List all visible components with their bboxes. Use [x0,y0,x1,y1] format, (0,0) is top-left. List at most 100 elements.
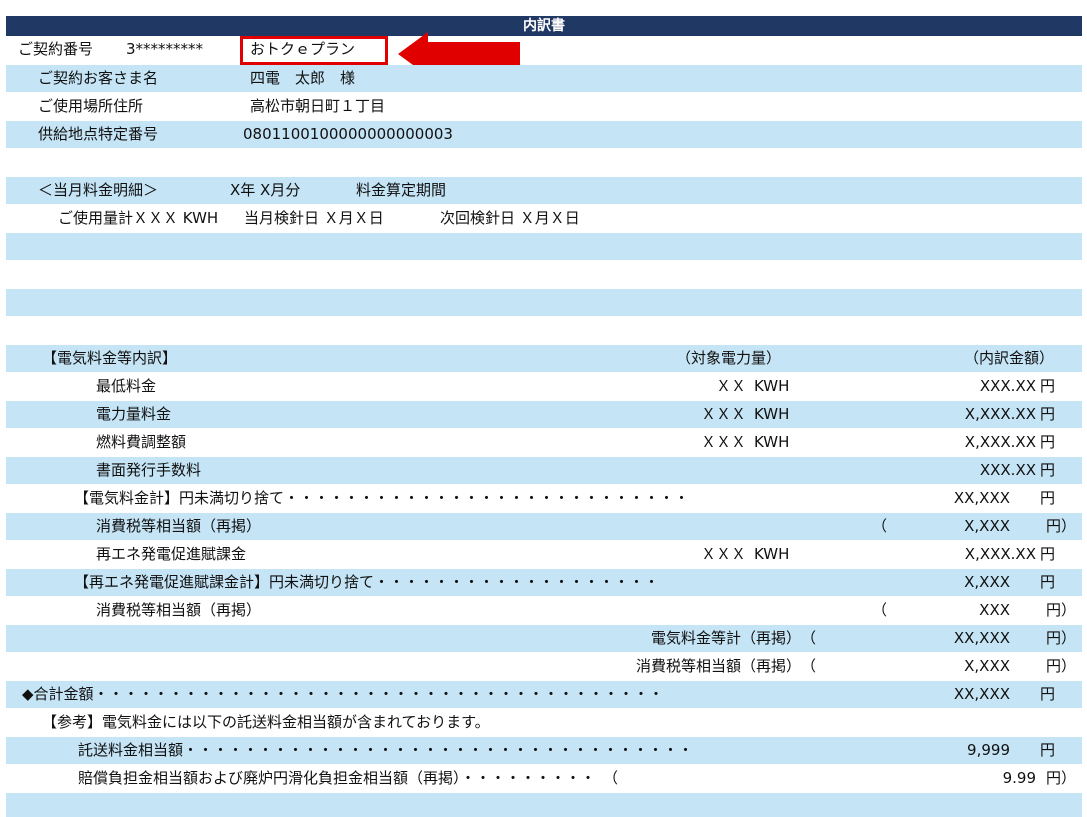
compensation-amount: 9.99 [1002,769,1036,787]
charge-label: 燃料費調整額 [96,433,187,451]
renewable-levy-qty: ＸＸＸ [700,545,746,563]
charge-qty: ＸＸＸ [700,433,746,451]
spacer-row [6,317,1082,344]
charge-amount: X,XXX.XX [964,405,1036,423]
charge-qty: ＸＸＸ [700,405,746,423]
yen-mark: 円 [1040,461,1056,479]
supply-point-value: 0801100100000000000003 [243,125,453,143]
spacer-row [6,261,1082,288]
renewable-levy-row: 再エネ発電促進賦課金 ＸＸＸ KWH X,XXX.XX 円 [6,541,1082,568]
yen-mark: 円 [1040,405,1056,423]
contract-number-value: 3********* [126,40,204,58]
plan-highlight-box [240,36,388,65]
calc-period-label: 料金算定期間 [356,181,447,199]
empty-band [6,793,1082,817]
tax-row: 消費税等相当額（再掲） （ X,XXX 円） [6,513,1082,540]
empty-band [6,233,1082,260]
charge-label: 書面発行手数料 [96,461,202,479]
yen-mark: 円） [1046,629,1077,647]
period-heading-row: ＜当月料金明細＞ X年 X月分 料金算定期間 [6,177,1082,204]
compensation-row: 賠償負担金相当額および廃炉円滑化負担金相当額（再掲）・・・・・・・・・ （ 9.… [6,765,1082,792]
tax-amount: XXX [979,601,1010,619]
yen-mark: 円） [1046,657,1077,675]
yen-mark: 円） [1046,517,1077,535]
tax-label: 消費税等相当額（再掲） [96,601,262,619]
yen-mark: 円 [1040,377,1056,395]
reference-note: 【参考】電気料金には以下の託送料金相当額が含まれております。 [42,713,490,731]
contract-number-row: ご契約番号 3********* おトクｅプラン [6,36,1082,63]
supply-point-label: 供給地点特定番号 [38,125,159,143]
usage-row: ご使用量計ＸＸＸ KWH 当月検針日 Ｘ月Ｘ日 次回検針日 Ｘ月Ｘ日 [6,205,1082,232]
electricity-sum-label: 電気料金等計（再掲） （ [650,629,816,647]
renewable-total-amount: X,XXX [964,573,1010,591]
renewable-total-row: 【再エネ発電促進賦課金計】円未満切り捨て・・・・・・・・・・・・・・・・・・・ … [6,569,1082,596]
customer-value: 四電 太郎 様 [250,69,356,87]
yen-mark: 円 [1040,685,1056,703]
renewable-total-label: 【再エネ発電促進賦課金計】円未満切り捨て・・・・・・・・・・・・・・・・・・・ [74,573,660,591]
charge-amount: XXX.XX [979,377,1036,395]
yen-mark: 円 [1040,545,1056,563]
tax-amount: X,XXX [964,517,1010,535]
reference-note-row: 【参考】電気料金には以下の託送料金相当額が含まれております。 [6,709,1082,736]
customer-label: ご契約お客さま名 [38,69,159,87]
yen-mark: 円） [1046,769,1077,787]
renewable-levy-amount: X,XXX.XX [964,545,1036,563]
compensation-label: 賠償負担金相当額および廃炉円滑化負担金相当額（再掲）・・・・・・・・・ （ [78,769,619,787]
wheeling-amount: 9,999 [967,741,1010,759]
contract-number-label: ご契約番号 [18,40,94,58]
yen-mark: 円 [1040,433,1056,451]
document-title: 内訳書 [6,16,1082,36]
charge-qty: ＸＸ [715,377,746,395]
charge-unit: KWH [754,405,790,423]
this-meter-date: 当月検針日 Ｘ月Ｘ日 [244,209,384,227]
breakdown-heading: 【電気料金等内訳】 [42,349,178,367]
charge-row: 燃料費調整額 ＸＸＸ KWH X,XXX.XX 円 [6,429,1082,456]
charge-row: 電力量料金 ＸＸＸ KWH X,XXX.XX 円 [6,401,1082,428]
address-label: ご使用場所住所 [38,97,144,115]
renewable-levy-label: 再エネ発電促進賦課金 [96,545,247,563]
electricity-total-label: 【電気料金計】円未満切り捨て・・・・・・・・・・・・・・・・・・・・・・・・・・… [74,489,690,507]
open-paren: （ [872,517,888,535]
grand-total-amount: XX,XXX [953,685,1010,703]
charge-amount: X,XXX.XX [964,433,1036,451]
address-value: 高松市朝日町１丁目 [250,97,386,115]
customer-row: ご契約お客さま名 四電 太郎 様 [6,65,1082,92]
charge-label: 最低料金 [96,377,157,395]
wheeling-label: 託送料金相当額・・・・・・・・・・・・・・・・・・・・・・・・・・・・・・・・・… [78,741,694,759]
yen-mark: 円） [1046,601,1077,619]
grand-total-label: ◆合計金額・・・・・・・・・・・・・・・・・・・・・・・・・・・・・・・・・・・… [22,685,664,703]
charge-unit: KWH [754,433,790,451]
tax-sum-row: 消費税等相当額（再掲） （ X,XXX 円） [6,653,1082,680]
open-paren: （ [872,601,888,619]
charge-row: 最低料金 ＸＸ KWH XXX.XX 円 [6,373,1082,400]
billing-month: X年 X月分 [230,181,301,199]
address-row: ご使用場所住所 高松市朝日町１丁目 [6,93,1082,120]
period-heading: ＜当月料金明細＞ [38,181,159,199]
charge-label: 電力量料金 [96,405,172,423]
charge-row: 書面発行手数料 XXX.XX 円 [6,457,1082,484]
yen-mark: 円 [1040,573,1056,591]
electricity-sum-amount: XX,XXX [953,629,1010,647]
empty-band [6,289,1082,316]
next-meter-date: 次回検針日 Ｘ月Ｘ日 [440,209,580,227]
yen-mark: 円 [1040,489,1056,507]
tax-row: 消費税等相当額（再掲） （ XXX 円） [6,597,1082,624]
electricity-total-amount: XX,XXX [953,489,1010,507]
usage-total: ご使用量計ＸＸＸ KWH [58,209,219,227]
supply-point-row: 供給地点特定番号 0801100100000000000003 [6,121,1082,148]
electricity-sum-row: 電気料金等計（再掲） （ XX,XXX 円） [6,625,1082,652]
amount-header: （内訳金額） [964,349,1055,367]
breakdown-heading-row: 【電気料金等内訳】 （対象電力量） （内訳金額） [6,345,1082,372]
tax-sum-amount: X,XXX [964,657,1010,675]
charge-unit: KWH [754,377,790,395]
tax-label: 消費税等相当額（再掲） [96,517,262,535]
spacer-row [6,149,1082,176]
charge-amount: XXX.XX [979,461,1036,479]
yen-mark: 円 [1040,741,1056,759]
tax-sum-label: 消費税等相当額（再掲） （ [635,657,816,675]
target-power-header: （対象電力量） [676,349,782,367]
grand-total-row: ◆合計金額・・・・・・・・・・・・・・・・・・・・・・・・・・・・・・・・・・・… [6,681,1082,708]
renewable-levy-unit: KWH [754,545,790,563]
electricity-total-row: 【電気料金計】円未満切り捨て・・・・・・・・・・・・・・・・・・・・・・・・・・… [6,485,1082,512]
wheeling-row: 託送料金相当額・・・・・・・・・・・・・・・・・・・・・・・・・・・・・・・・・… [6,737,1082,764]
